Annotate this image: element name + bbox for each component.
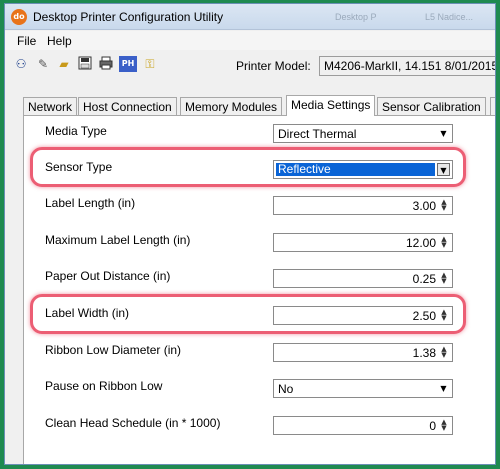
background-window-title-2: L5 Nadice...	[425, 12, 474, 22]
clean-head-schedule-stepper[interactable]: 0 ▲ ▼	[273, 416, 453, 435]
pause-on-ribbon-low-label: Pause on Ribbon Low	[45, 379, 163, 393]
paper-out-distance-value: 0.25	[412, 272, 436, 286]
label-width-stepper[interactable]: 2.50 ▲ ▼	[273, 306, 453, 325]
menu-bar: File Help	[5, 31, 495, 50]
max-label-length-label: Maximum Label Length (in)	[45, 233, 191, 247]
clean-head-schedule-label: Clean Head Schedule (in * 1000)	[45, 416, 221, 430]
chevron-down-icon[interactable]: ▼	[437, 127, 450, 140]
pause-on-ribbon-low-select[interactable]: No ▼	[273, 379, 453, 398]
key-icon[interactable]: ⚿	[142, 56, 158, 72]
media-settings-panel: Media Type Direct Thermal ▼ Sensor Type …	[23, 115, 495, 464]
spin-arrows-icon[interactable]: ▲ ▼	[438, 236, 450, 249]
open-folder-icon[interactable]: ▰	[56, 56, 72, 72]
background-window-title-1: Desktop P	[335, 12, 377, 22]
tab-overflow[interactable]: S	[490, 97, 495, 115]
printer-model-field: M4206-MarkII, 14.151 8/01/2015	[319, 56, 495, 76]
tab-sensor-calibration[interactable]: Sensor Calibration	[377, 97, 486, 115]
label-length-label: Label Length (in)	[45, 196, 136, 210]
settings-tabs: Network Host Connection Memory Modules M…	[23, 95, 495, 116]
sensor-type-value: Reflective	[276, 163, 435, 176]
ribbon-low-diameter-label: Ribbon Low Diameter (in)	[45, 343, 182, 357]
max-label-length-stepper[interactable]: 12.00 ▲ ▼	[273, 233, 453, 252]
label-width-value: 2.50	[412, 309, 436, 323]
ribbon-low-diameter-value: 1.38	[412, 346, 436, 360]
chevron-down-icon[interactable]: ▼	[437, 382, 450, 395]
spin-arrows-icon[interactable]: ▲ ▼	[438, 419, 450, 432]
media-type-label: Media Type	[45, 124, 107, 138]
label-width-label: Label Width (in)	[45, 306, 130, 320]
spin-arrows-icon[interactable]: ▲ ▼	[438, 272, 450, 285]
tab-network[interactable]: Network	[23, 97, 78, 115]
chevron-down-icon[interactable]: ▼	[437, 163, 450, 176]
window-title: Desktop Printer Configuration Utility	[33, 10, 224, 24]
label-length-stepper[interactable]: 3.00 ▲ ▼	[273, 196, 453, 215]
ribbon-low-diameter-stepper[interactable]: 1.38 ▲ ▼	[273, 343, 453, 362]
pause-on-ribbon-low-value: No	[278, 382, 294, 396]
sensor-type-select[interactable]: Reflective ▼	[273, 160, 453, 179]
clean-head-schedule-value: 0	[429, 419, 436, 433]
app-logo-icon: do	[11, 9, 27, 25]
paper-out-distance-stepper[interactable]: 0.25 ▲ ▼	[273, 269, 453, 288]
sensor-type-label: Sensor Type	[45, 160, 113, 174]
connect-icon[interactable]: ⚇	[13, 56, 29, 72]
menu-file[interactable]: File	[17, 34, 36, 48]
label-length-value: 3.00	[412, 199, 436, 213]
save-icon[interactable]	[77, 56, 93, 72]
print-icon[interactable]	[98, 56, 114, 72]
app-window: do Desktop Printer Configuration Utility…	[4, 3, 496, 465]
paper-out-distance-label: Paper Out Distance (in)	[45, 269, 171, 283]
tab-host-connection[interactable]: Host Connection	[78, 97, 177, 115]
max-label-length-value: 12.00	[405, 236, 436, 250]
media-type-value: Direct Thermal	[278, 127, 357, 141]
menu-help[interactable]: Help	[47, 34, 72, 48]
title-bar[interactable]: do Desktop Printer Configuration Utility…	[5, 4, 495, 30]
tab-media-settings[interactable]: Media Settings	[286, 95, 376, 116]
media-type-select[interactable]: Direct Thermal ▼	[273, 124, 453, 143]
spin-arrows-icon[interactable]: ▲ ▼	[438, 346, 450, 359]
printer-model-label: Printer Model:	[236, 59, 311, 73]
wrench-icon[interactable]: ✎	[35, 56, 51, 72]
spin-arrows-icon[interactable]: ▲ ▼	[438, 309, 450, 322]
spin-arrows-icon[interactable]: ▲ ▼	[438, 199, 450, 212]
ph-icon[interactable]: PH	[119, 56, 137, 72]
toolbar: ⚇ ✎ ▰ PH ⚿ Printer Model: M4206-MarkII, …	[5, 51, 495, 87]
tab-memory-modules[interactable]: Memory Modules	[180, 97, 283, 115]
